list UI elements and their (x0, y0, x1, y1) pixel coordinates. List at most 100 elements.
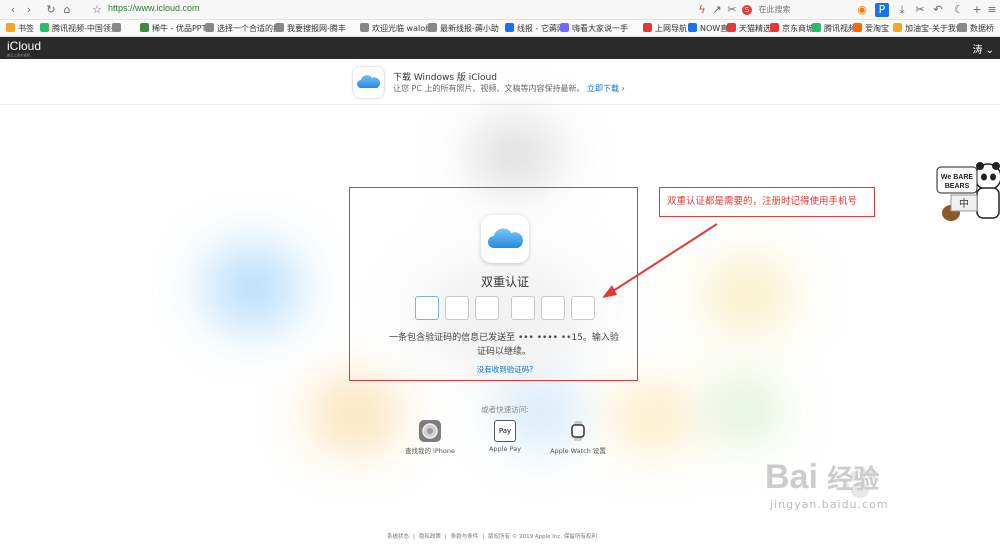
bookmark-label: 选择一个合适的抖 (217, 24, 281, 33)
menu-icon[interactable]: ≡ (985, 3, 999, 17)
browser-toolbar: ‹ › ↻ ⌂ ☆ https://www.icloud.com ϟ ↗ ✂ S… (0, 0, 1000, 20)
code-digit-2[interactable] (445, 296, 469, 320)
game-icon[interactable]: ◉ (855, 3, 869, 17)
background-blur (610, 385, 695, 450)
p-app-icon[interactable]: P (875, 3, 889, 17)
quick-label-find-iphone: 查找我的 iPhone (404, 447, 455, 455)
bookmark-item[interactable]: 欢迎光临 walo纸 (360, 22, 433, 35)
footer-link[interactable]: 系统状态 (387, 534, 409, 540)
code-digit-3[interactable] (475, 296, 499, 320)
sticker-title-2: BEARS (945, 183, 970, 190)
code-digit-4[interactable] (511, 296, 535, 320)
bookmark-label: 最新线报-薅小助 (440, 24, 499, 33)
dialog-title: 双重认证 (480, 275, 529, 289)
code-digit-5[interactable] (541, 296, 565, 320)
bookmark-item[interactable]: 腾讯视频-中国领先 (40, 22, 119, 35)
banner-title: 下载 Windows 版 iCloud (393, 73, 497, 83)
quick-apple-watch[interactable]: Apple Watch 设置 (538, 420, 618, 455)
bookmark-item[interactable] (112, 22, 124, 35)
footer-link[interactable]: 条款与条件 (451, 534, 479, 540)
quick-find-iphone[interactable]: 查找我的 iPhone (390, 420, 470, 455)
watermark-bai: Bai (765, 458, 818, 496)
bookmark-label: 爱淘宝 (865, 24, 889, 33)
flag-icon[interactable]: ϟ (695, 3, 709, 17)
bookmark-item[interactable]: 数据桥 (958, 22, 994, 35)
icloud-app-icon (353, 67, 384, 98)
bookmark-favicon-icon (893, 23, 902, 32)
resend-code-link[interactable]: 没有收到验证码? (440, 364, 570, 375)
undo-icon[interactable]: ↶ (931, 3, 945, 17)
background-blur (710, 380, 780, 440)
bookmark-favicon-icon (140, 23, 149, 32)
bookmark-favicon-icon (360, 23, 369, 32)
bookmark-item[interactable]: 上网导航 (643, 22, 687, 35)
reload-icon[interactable]: ↻ (44, 3, 58, 17)
bookmark-item[interactable]: 选择一个合适的抖 (205, 22, 281, 35)
code-digit-1[interactable] (415, 296, 439, 320)
apple-pay-icon: Pay (494, 420, 516, 442)
download-now-link[interactable]: 立即下载 › (587, 84, 625, 93)
footer-separator: | (482, 534, 485, 540)
bookmarks-bar: 书签 腾讯视频-中国领先 稀牛 - 优品PPT 选择一个合适的抖 我要搜报网-腾丰 欢迎光… (0, 20, 1000, 37)
bookmark-item[interactable]: 书签 (6, 22, 34, 35)
bookmark-favicon-icon (505, 23, 514, 32)
scissors-icon[interactable]: ✂ (913, 3, 927, 17)
search-placeholder: 在此搜索 (758, 5, 791, 14)
bears-sticker-icon: We BARE BEARS 中 (936, 162, 1000, 221)
icloud-icon (481, 215, 529, 263)
sticker-mark: 中 (959, 197, 969, 210)
bookmark-item[interactable]: 爱淘宝 (853, 22, 889, 35)
home-icon[interactable]: ⌂ (60, 3, 74, 17)
bookmark-item[interactable]: 线报 - 它薅网 (505, 22, 565, 35)
bookmark-label: 天猫精选 (739, 24, 771, 33)
forward-icon[interactable]: › (22, 3, 36, 17)
bookmark-favicon-icon (560, 23, 569, 32)
star-icon[interactable]: ☆ (90, 3, 104, 17)
code-digit-6[interactable] (571, 296, 595, 320)
address-bar[interactable]: https://www.icloud.com (108, 3, 200, 13)
icloud-logo[interactable]: iCloud (7, 40, 41, 52)
bookmark-label: 线报 - 它薅网 (517, 24, 565, 33)
bookmark-item[interactable]: 嗨看大家说一手 (560, 22, 628, 35)
user-menu[interactable]: 涛 ⌄ (972, 41, 994, 56)
bookmark-label: 书签 (18, 24, 34, 33)
bookmark-label: 嗨看大家说一手 (572, 24, 628, 33)
footer-separator: | (413, 534, 415, 540)
bookmark-item[interactable]: 最新线报-薅小助 (428, 22, 499, 35)
bookmark-item[interactable]: 加油宝-关于我们 (893, 22, 964, 35)
sticker-title: We BARE (941, 174, 973, 181)
background-blur (205, 245, 300, 330)
cut-icon[interactable]: ✂ (725, 3, 739, 17)
moon-icon[interactable]: ☾ (952, 3, 966, 17)
bookmark-item[interactable]: 稀牛 - 优品PPT (140, 22, 207, 35)
share-icon[interactable]: ↗ (710, 3, 724, 17)
bookmark-favicon-icon (428, 23, 437, 32)
bookmark-label: 腾讯视频-中国领先 (52, 24, 119, 33)
bookmark-favicon-icon (770, 23, 779, 32)
bookmark-item[interactable]: 我要搜报网-腾丰 (275, 22, 346, 35)
bookmark-favicon-icon (958, 23, 967, 32)
back-icon[interactable]: ‹ (6, 3, 20, 17)
footer: 系统状态 | 隐私政策 | 条款与条件 | 版权所有 © 2019 Apple Inc. 保… (385, 532, 635, 540)
watermark-url: jingyan.baidu.com (770, 498, 889, 511)
footer-link[interactable]: 隐私政策 (419, 534, 441, 540)
bookmark-favicon-icon (275, 23, 284, 32)
bookmark-item[interactable]: 腾讯视频 (812, 22, 856, 35)
bookmark-favicon-icon (112, 23, 121, 32)
quick-access-label: 或者快速访问: (481, 405, 529, 414)
quick-apple-pay[interactable]: Pay Apple Pay (465, 420, 545, 453)
bookmark-favicon-icon (6, 23, 15, 32)
bookmark-item[interactable]: 天猫精选 (727, 22, 771, 35)
bookmark-label: 我要搜报网-腾丰 (287, 24, 346, 33)
download-banner: 下载 Windows 版 iCloud 让您 PC 上的所有照片、视频、文稿等内… (0, 59, 1000, 105)
footer-separator: | (444, 534, 447, 540)
bookmark-label: 上网导航 (655, 24, 687, 33)
verification-message: 一条包含验证码的信息已发送至 ••• •••• ••15。输入验证码以继续。 (389, 333, 619, 357)
plus-icon[interactable]: + (970, 3, 984, 17)
search-input[interactable]: S 在此搜索 (742, 3, 837, 17)
bookmark-favicon-icon (812, 23, 821, 32)
bookmark-item[interactable]: 京东商城 (770, 22, 814, 35)
download-icon[interactable]: ⤓ (895, 3, 909, 17)
watermark-word: Bai 经验 (765, 458, 879, 497)
bookmark-favicon-icon (727, 23, 736, 32)
